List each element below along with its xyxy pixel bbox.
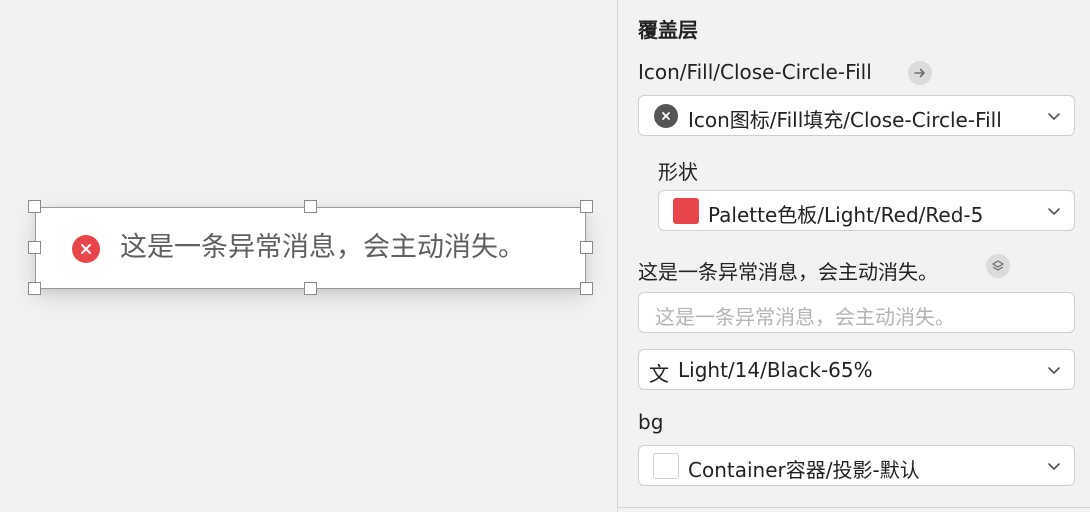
layer-style-button[interactable]	[986, 254, 1010, 278]
resize-handle-bottom-right[interactable]	[580, 282, 593, 295]
text-override-placeholder: 这是一条异常消息，会主动消失。	[655, 305, 955, 329]
inspector-panel: 覆盖层 Icon/Fill/Close-Circle-Fill Icon图标/F…	[618, 0, 1090, 512]
icon-override-value: Icon图标/Fill填充/Close-Circle-Fill	[688, 108, 1002, 132]
icon-override-label: Icon/Fill/Close-Circle-Fill	[638, 60, 872, 84]
chevron-down-icon	[1048, 463, 1060, 470]
text-override-label: 这是一条异常消息，会主动消失。	[638, 260, 938, 284]
section-divider	[618, 507, 1090, 508]
go-to-symbol-button[interactable]	[908, 61, 932, 85]
section-title-overrides: 覆盖层	[638, 18, 698, 42]
toast-message-text: 这是一条异常消息，会主动消失。	[120, 232, 525, 263]
toast-message[interactable]: 这是一条异常消息，会主动消失。	[35, 207, 586, 289]
bg-label: bg	[638, 410, 664, 434]
resize-handle-right[interactable]	[580, 241, 593, 254]
shape-label: 形状	[658, 160, 698, 184]
close-circle-fill-icon	[654, 104, 678, 128]
resize-handle-top[interactable]	[304, 200, 317, 213]
color-swatch	[673, 198, 699, 224]
design-canvas[interactable]: 这是一条异常消息，会主动消失。	[0, 0, 617, 512]
resize-handle-top-left[interactable]	[28, 200, 41, 213]
bg-style-select[interactable]: Container容器/投影-默认	[638, 445, 1075, 486]
shape-color-select[interactable]: Palette色板/Light/Red/Red-5	[658, 190, 1075, 231]
chevron-down-icon	[1048, 113, 1060, 120]
text-style-value: Light/14/Black-65%	[678, 358, 873, 382]
resize-handle-bottom[interactable]	[304, 282, 317, 295]
resize-handle-bottom-left[interactable]	[28, 282, 41, 295]
shape-color-value: Palette色板/Light/Red/Red-5	[708, 203, 984, 227]
chevron-down-icon	[1048, 208, 1060, 215]
color-swatch	[653, 453, 679, 479]
text-style-icon: 文	[649, 362, 669, 386]
arrow-right-icon	[914, 68, 925, 78]
resize-handle-left[interactable]	[28, 241, 41, 254]
text-style-select[interactable]: 文 Light/14/Black-65%	[638, 349, 1075, 390]
chevron-down-icon	[1048, 367, 1060, 374]
layers-icon	[992, 260, 1004, 271]
text-override-input[interactable]: 这是一条异常消息，会主动消失。	[638, 292, 1075, 333]
icon-override-select[interactable]: Icon图标/Fill填充/Close-Circle-Fill	[638, 95, 1075, 136]
close-circle-fill-icon	[72, 235, 100, 263]
resize-handle-top-right[interactable]	[580, 200, 593, 213]
bg-style-value: Container容器/投影-默认	[688, 458, 920, 482]
